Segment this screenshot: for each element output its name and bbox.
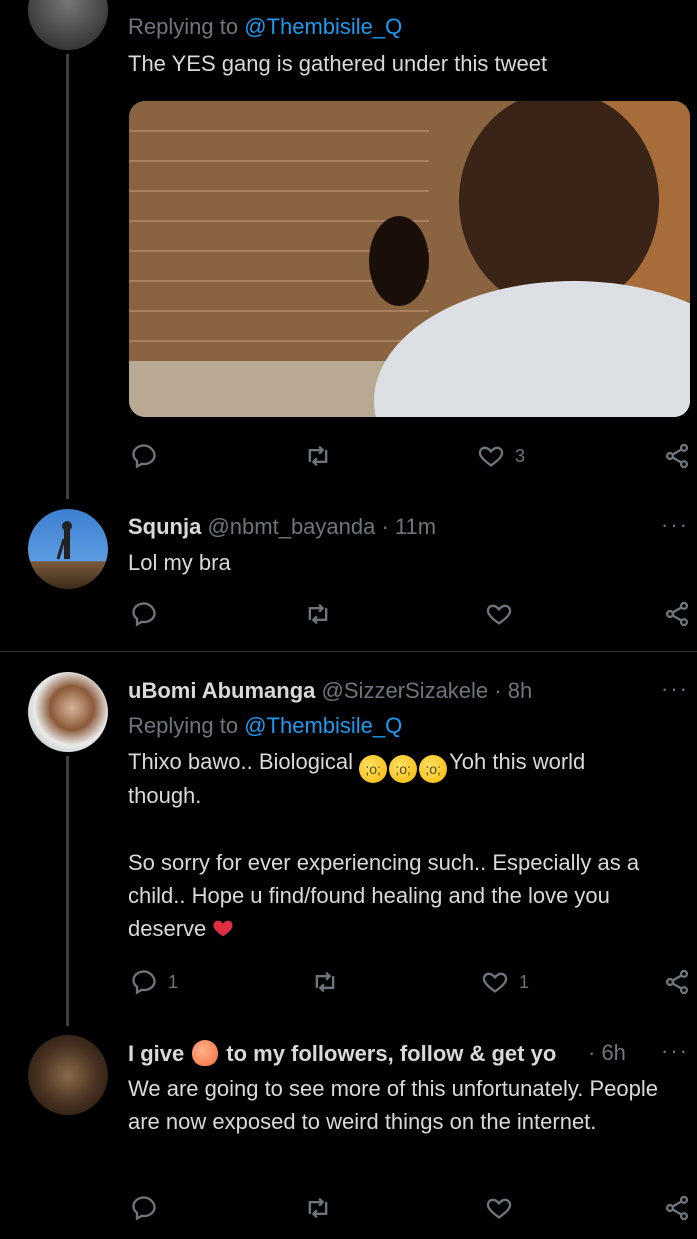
display-name-part: to my followers, follow & get yo bbox=[226, 1041, 557, 1066]
tweet-text: Thixo bawo.. Biological ;o; ;o; ;o; Yoh thi… bbox=[128, 745, 688, 783]
tweet-text-line: though. bbox=[128, 783, 202, 808]
retweet-icon bbox=[308, 603, 328, 625]
reply-button[interactable] bbox=[130, 1194, 158, 1222]
replying-handle-link[interactable]: @Thembisile_Q bbox=[244, 14, 402, 39]
replying-to: Replying to @Thembisile_Q bbox=[128, 14, 402, 40]
share-icon bbox=[665, 1195, 689, 1221]
reply-button[interactable] bbox=[130, 600, 158, 628]
retweet-icon bbox=[308, 1197, 328, 1219]
tweet-header: uBomi Abumanga @SizzerSizakele · 8h bbox=[128, 678, 532, 704]
more-icon[interactable]: ··· bbox=[661, 1038, 689, 1064]
heart-icon bbox=[486, 1198, 512, 1219]
display-name[interactable]: uBomi Abumanga bbox=[128, 678, 315, 703]
tweet-media-image[interactable] bbox=[129, 101, 690, 417]
crying-face-icon: ;o; bbox=[389, 755, 418, 783]
timestamp[interactable]: · 11m bbox=[381, 514, 436, 539]
heart-icon bbox=[486, 604, 512, 625]
tweet-text-part: Thixo bawo.. Biological bbox=[128, 749, 360, 774]
speech-bubble-icon bbox=[132, 602, 156, 627]
thread-line bbox=[66, 756, 69, 1026]
tweet-text: We are going to see more of this unfortu… bbox=[128, 1076, 665, 1134]
like-count: 1 bbox=[519, 971, 530, 992]
share-button[interactable] bbox=[663, 968, 691, 996]
display-name[interactable]: Squnja bbox=[128, 514, 201, 539]
retweet-button[interactable] bbox=[304, 442, 332, 470]
share-icon bbox=[665, 601, 689, 627]
heart-icon bbox=[482, 972, 508, 993]
retweet-button[interactable] bbox=[311, 968, 339, 996]
avatar[interactable] bbox=[28, 672, 108, 752]
speech-bubble-icon bbox=[132, 970, 156, 995]
like-count: 3 bbox=[515, 445, 526, 466]
share-icon bbox=[665, 443, 689, 469]
timestamp[interactable]: · 8h bbox=[494, 678, 532, 703]
user-handle[interactable]: @SizzerSizakele bbox=[322, 678, 489, 703]
display-name-part: I give bbox=[128, 1041, 185, 1066]
tweet-text-paragraph: So sorry for ever experiencing such.. Es… bbox=[128, 846, 688, 945]
retweet-icon bbox=[315, 971, 335, 993]
tweet-text-part: Yoh this world bbox=[449, 749, 586, 774]
thread-line bbox=[66, 54, 69, 499]
tweet-header: I give to my followers, follow & get yo bbox=[128, 1040, 633, 1067]
share-button[interactable] bbox=[663, 442, 691, 470]
avatar[interactable] bbox=[28, 509, 108, 589]
retweet-icon bbox=[308, 445, 328, 467]
replying-handle-link[interactable]: @Thembisile_Q bbox=[244, 713, 402, 738]
share-button[interactable] bbox=[663, 1194, 691, 1222]
user-handle[interactable]: @nbmt_bayanda bbox=[207, 514, 375, 539]
reply-button[interactable]: 1 bbox=[130, 968, 178, 996]
more-icon[interactable]: ··· bbox=[661, 676, 689, 702]
speech-bubble-icon bbox=[132, 1196, 156, 1221]
like-button[interactable] bbox=[485, 1194, 513, 1222]
heart-icon bbox=[478, 446, 504, 467]
like-button[interactable]: 1 bbox=[481, 968, 529, 996]
divider bbox=[0, 651, 697, 652]
crying-face-icon: ;o; bbox=[359, 755, 388, 783]
display-name[interactable]: I give to my followers, follow & get yo bbox=[128, 1040, 557, 1066]
tweet-text-part: So sorry for ever experiencing such.. Es… bbox=[128, 850, 646, 941]
reply-button[interactable] bbox=[130, 442, 158, 470]
tweet-text: The YES gang is gathered under this twee… bbox=[128, 51, 548, 76]
retweet-button[interactable] bbox=[304, 600, 332, 628]
timestamp[interactable]: · 6h bbox=[588, 1040, 626, 1066]
retweet-button[interactable] bbox=[304, 1194, 332, 1222]
red-heart-icon bbox=[213, 920, 233, 937]
tweet-header: Squnja @nbmt_bayanda · 11m bbox=[128, 514, 436, 540]
replying-label: Replying to bbox=[128, 713, 239, 738]
tweet-text: Lol my bra bbox=[128, 550, 231, 575]
like-button[interactable] bbox=[485, 600, 513, 628]
like-button[interactable]: 3 bbox=[477, 442, 525, 470]
crying-face-icon: ;o; bbox=[419, 755, 448, 783]
peach-icon bbox=[192, 1040, 219, 1066]
speech-bubble-icon bbox=[132, 444, 156, 469]
share-button[interactable] bbox=[663, 600, 691, 628]
replying-to: Replying to @Thembisile_Q bbox=[128, 713, 402, 739]
share-icon bbox=[665, 969, 689, 995]
reply-count: 1 bbox=[168, 971, 179, 992]
more-icon[interactable]: ··· bbox=[661, 512, 689, 538]
avatar[interactable] bbox=[28, 0, 108, 50]
replying-label: Replying to bbox=[128, 14, 239, 39]
avatar[interactable] bbox=[28, 1035, 108, 1115]
